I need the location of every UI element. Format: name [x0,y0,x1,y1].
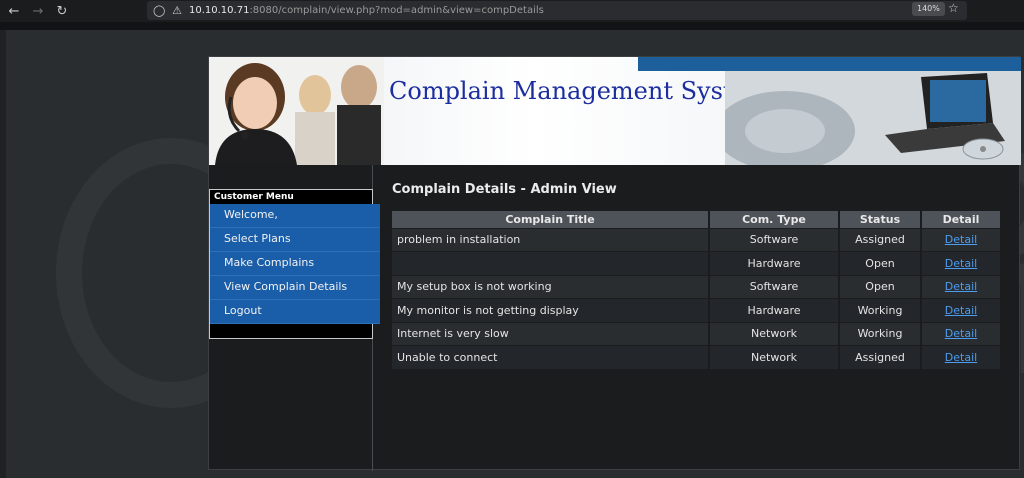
address-bar[interactable]: ◯ ⚠ 10.10.10.71:8080/complain/view.php?m… [147,1,967,20]
toolbar-divider [0,22,1024,30]
cell-status: Working [839,321,922,346]
detail-link[interactable]: Detail [945,327,977,340]
menu-item-make-complains[interactable]: Make Complains [210,252,380,276]
customer-menu-list: Welcome, Select Plans Make Complains Vie… [210,204,380,324]
page-viewport: BEHIND SECURITY Complain Management Syst… [6,30,1024,478]
main-content: Complain Details - Admin View Complain T… [374,165,1021,471]
sidebar: Customer Menu Welcome, Select Plans Make… [209,165,380,471]
cell-title: Internet is very slow [392,321,710,346]
detail-link[interactable]: Detail [945,257,977,270]
cell-status: Open [839,251,922,275]
cell-title: Unable to connect [392,345,710,369]
cell-detail: Detail [921,298,1002,322]
table-row: My monitor is not getting display Hardwa… [392,298,1002,322]
bookmark-star-icon[interactable]: ☆ [948,1,959,15]
complain-table: Complain Title Com. Type Status Detail p… [392,211,1002,369]
cell-type: Software [709,274,840,299]
cell-type: Network [709,345,840,369]
column-header-title: Complain Title [392,211,710,228]
menu-item-select-plans[interactable]: Select Plans [210,228,380,252]
customer-menu-header: Customer Menu [214,192,294,202]
banner-title: Complain Management System [389,77,770,105]
cell-detail: Detail [921,321,1002,346]
detail-link[interactable]: Detail [945,233,977,246]
support-staff-image [209,57,384,165]
cell-title: My monitor is not getting display [392,298,710,322]
cell-status: Assigned [839,345,922,369]
column-header-detail: Detail [921,211,1002,228]
shield-icon[interactable]: ◯ [153,4,165,17]
cell-status: Open [839,274,922,299]
detail-link[interactable]: Detail [945,280,977,293]
table-row: Unable to connect Network Assigned Detai… [392,345,1002,369]
cell-status: Assigned [839,227,922,252]
column-header-status: Status [839,211,922,228]
url-host: 10.10.10.71 [189,5,250,16]
laptop-image [725,71,1021,165]
detail-link[interactable]: Detail [945,304,977,317]
url-path: :8080/complain/view.php?mod=admin&view=c… [249,5,544,16]
cell-detail: Detail [921,274,1002,299]
menu-item-logout[interactable]: Logout [210,300,380,324]
browser-toolbar: ← → ↻ ◯ ⚠ 10.10.10.71:8080/complain/view… [0,0,1024,22]
zoom-indicator[interactable]: 140% [912,2,945,16]
menu-item-welcome[interactable]: Welcome, [210,204,380,228]
cell-status: Working [839,298,922,322]
cell-type: Hardware [709,298,840,322]
table-header-row: Complain Title Com. Type Status Detail [392,211,1002,228]
cell-type: Software [709,227,840,252]
url-text[interactable]: 10.10.10.71:8080/complain/view.php?mod=a… [189,5,544,16]
detail-link[interactable]: Detail [945,351,977,364]
page-title: Complain Details - Admin View [392,182,617,197]
table-row: Hardware Open Detail [392,251,1002,275]
reload-icon[interactable]: ↻ [52,1,72,21]
cell-detail: Detail [921,251,1002,275]
forward-arrow-icon[interactable]: → [28,1,48,21]
cell-detail: Detail [921,227,1002,252]
table-row: My setup box is not working Software Ope… [392,274,1002,299]
site-container: Complain Management System Customer Menu… [208,56,1021,471]
cell-title: My setup box is not working [392,274,710,299]
cell-title [392,251,710,275]
cell-title: problem in installation [392,227,710,252]
table-row: Internet is very slow Network Working De… [392,321,1002,346]
menu-item-view-complain-details[interactable]: View Complain Details [210,276,380,300]
customer-menu: Customer Menu Welcome, Select Plans Make… [209,189,380,339]
cell-detail: Detail [921,345,1002,369]
header-banner: Complain Management System [209,57,1021,165]
column-header-type: Com. Type [709,211,840,228]
cell-type: Hardware [709,251,840,275]
lock-icon[interactable]: ⚠ [171,4,183,17]
banner-accent-bar [638,57,1021,71]
cell-type: Network [709,321,840,346]
back-arrow-icon[interactable]: ← [4,1,24,21]
table-row: problem in installation Software Assigne… [392,227,1002,252]
